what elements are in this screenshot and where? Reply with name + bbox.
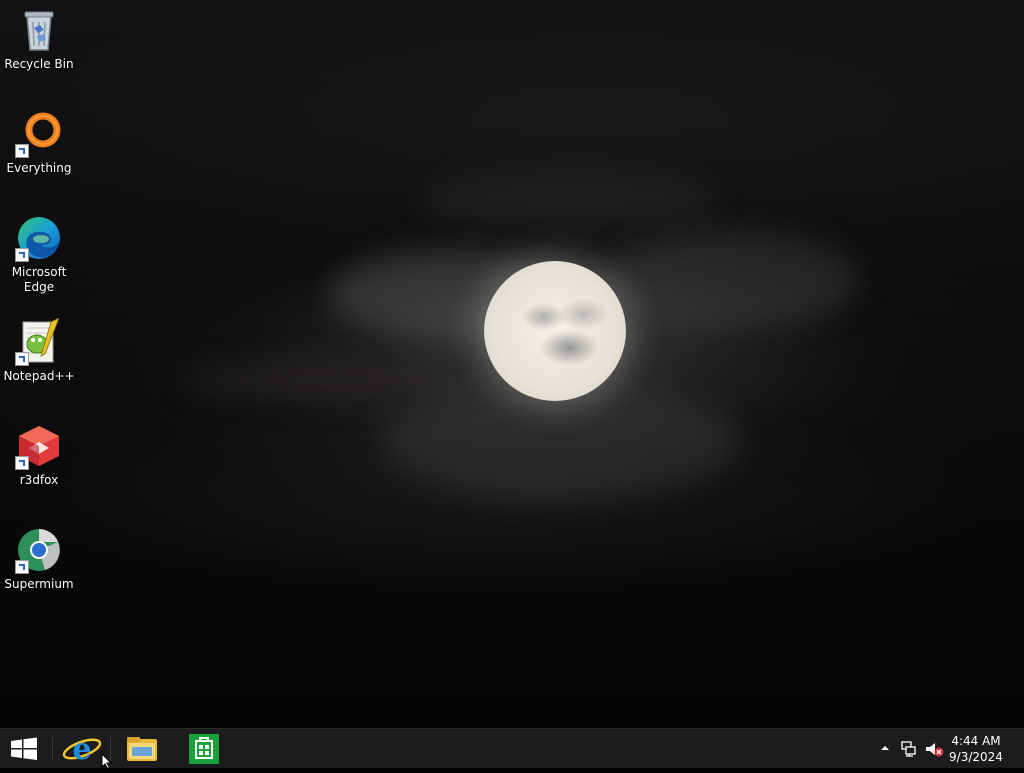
desktop-icon-label: Microsoft Edge — [11, 265, 67, 294]
show-hidden-icons-chevron-icon[interactable] — [880, 743, 890, 753]
desktop-icon-label: Notepad++ — [3, 369, 75, 383]
clock-date: 9/3/2024 — [949, 750, 1003, 764]
windows-logo-icon — [11, 737, 37, 760]
file-explorer-icon — [127, 737, 157, 761]
everything-icon — [15, 110, 63, 158]
clock[interactable]: 4:44 AM 9/3/2024 — [948, 733, 1004, 765]
desktop-icon-everything[interactable]: Everything — [0, 110, 78, 176]
desktop-icon-label: r3dfox — [19, 473, 59, 487]
shortcut-arrow-icon — [15, 352, 29, 366]
edge-icon — [15, 214, 63, 262]
start-button[interactable] — [0, 729, 48, 769]
svg-text:e: e — [72, 732, 91, 767]
desktop-icon-label: Everything — [6, 161, 72, 175]
desktop-icon-notepad-plus-plus[interactable]: Notepad++ — [0, 317, 78, 384]
clock-time: 4:44 AM — [951, 734, 1001, 748]
taskbar-separator — [52, 737, 53, 761]
store-icon — [189, 734, 219, 764]
desktop-icon-microsoft-edge[interactable]: Microsoft Edge — [0, 214, 78, 295]
mouse-cursor-icon — [101, 753, 113, 769]
shortcut-arrow-icon — [15, 144, 29, 158]
taskbar: e 4:44 AM 9/3/2024 — [0, 728, 1024, 768]
desktop-icon-label: Supermium — [4, 577, 74, 591]
desktop-icon-label: Recycle Bin — [4, 57, 74, 71]
shortcut-arrow-icon — [15, 248, 29, 262]
cloud-shape — [180, 360, 480, 400]
internet-explorer-icon: e — [62, 732, 102, 767]
taskbar-internet-explorer[interactable]: e — [58, 729, 106, 769]
shortcut-arrow-icon — [15, 456, 29, 470]
network-icon[interactable] — [900, 741, 918, 757]
r3dfox-icon — [15, 422, 63, 470]
notepad-plus-plus-icon — [15, 317, 63, 366]
cloud-shape — [420, 170, 720, 230]
supermium-icon — [15, 526, 63, 574]
volume-muted-icon[interactable] — [924, 741, 944, 757]
desktop-icon-recycle-bin[interactable]: Recycle Bin — [0, 6, 78, 72]
shortcut-arrow-icon — [15, 560, 29, 574]
desktop-background: Recycle Bin Everything Microsoft Edge No… — [0, 0, 1024, 728]
recycle-bin-icon — [15, 6, 63, 54]
cloud-shape — [600, 230, 860, 330]
moon — [484, 261, 626, 401]
desktop-icon-supermium[interactable]: Supermium — [0, 526, 78, 592]
taskbar-store[interactable] — [180, 729, 228, 769]
taskbar-file-explorer[interactable] — [118, 729, 166, 769]
desktop-icon-r3dfox[interactable]: r3dfox — [0, 422, 78, 488]
system-tray: 4:44 AM 9/3/2024 — [864, 729, 1024, 769]
